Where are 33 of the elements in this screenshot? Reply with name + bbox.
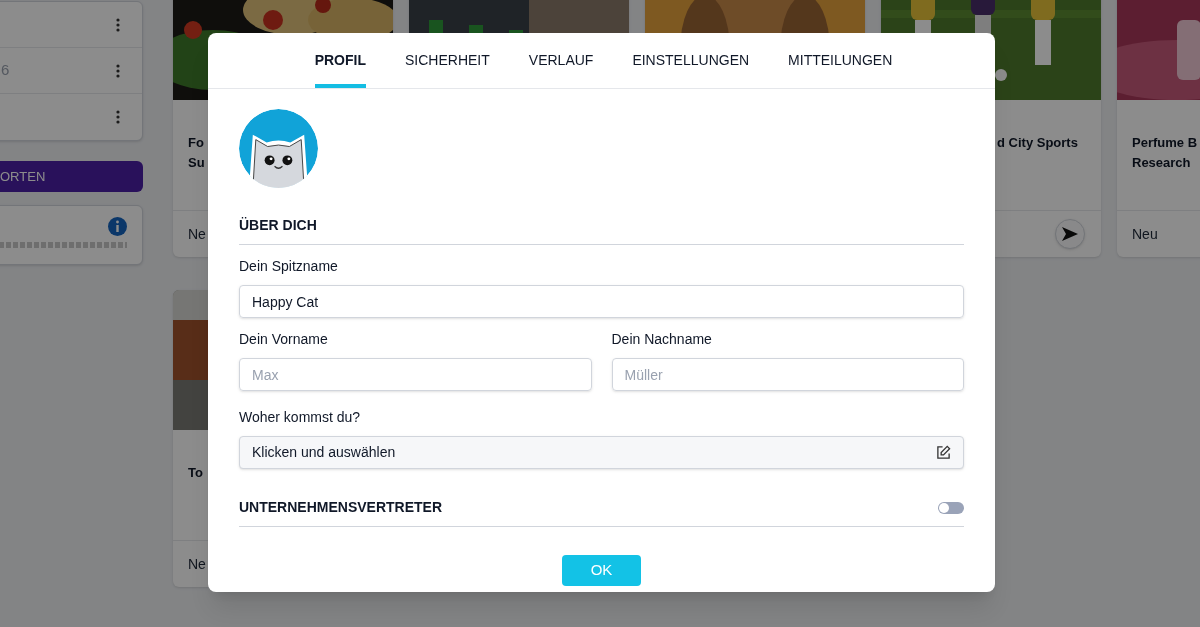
- section-title: UNTERNEHMENSVERTRETER: [239, 498, 442, 517]
- list-item-text: 6: [1, 60, 10, 81]
- tab[interactable]: EINSTELLUNGEN: [632, 33, 750, 88]
- send-button[interactable]: [1055, 219, 1085, 249]
- card-title: Perfume B: [1132, 134, 1199, 152]
- more-options-icon[interactable]: [116, 63, 120, 78]
- more-options-icon[interactable]: [116, 110, 120, 124]
- toggle-switch[interactable]: [938, 501, 964, 514]
- info-icon[interactable]: [108, 217, 127, 236]
- action-button[interactable]: ORTEN: [0, 161, 143, 192]
- tab[interactable]: PROFIL: [314, 33, 366, 88]
- tab[interactable]: MITTEILUNGEN: [788, 33, 893, 88]
- status-label: Neu: [1132, 224, 1158, 244]
- status-label: Ne: [188, 224, 206, 244]
- edit-icon: [936, 445, 951, 460]
- location-select[interactable]: Klicken und auswählen: [239, 436, 964, 469]
- send-icon: [1062, 227, 1078, 241]
- tab[interactable]: SICHERHEIT: [405, 33, 490, 88]
- card-title: To: [188, 464, 204, 482]
- status-label: Ne: [188, 554, 206, 574]
- card-title: d City Sports: [997, 134, 1079, 152]
- field-label: Dein Vorname: [239, 330, 329, 349]
- nickname-field[interactable]: Happy Cat: [239, 285, 964, 318]
- first-name-field[interactable]: Max: [239, 358, 592, 391]
- last-name-field[interactable]: Müller: [611, 358, 964, 391]
- section-title: ÜBER DICH: [239, 215, 964, 245]
- field-label: Dein Nachname: [611, 330, 713, 349]
- card-title: Research: [1132, 154, 1192, 172]
- more-options-icon[interactable]: [116, 17, 120, 32]
- card-title: Fo: [188, 134, 205, 152]
- field-label: Woher kommst du?: [239, 408, 362, 427]
- field-label: Dein Spitzname: [239, 257, 339, 276]
- card-title: Su: [188, 154, 206, 172]
